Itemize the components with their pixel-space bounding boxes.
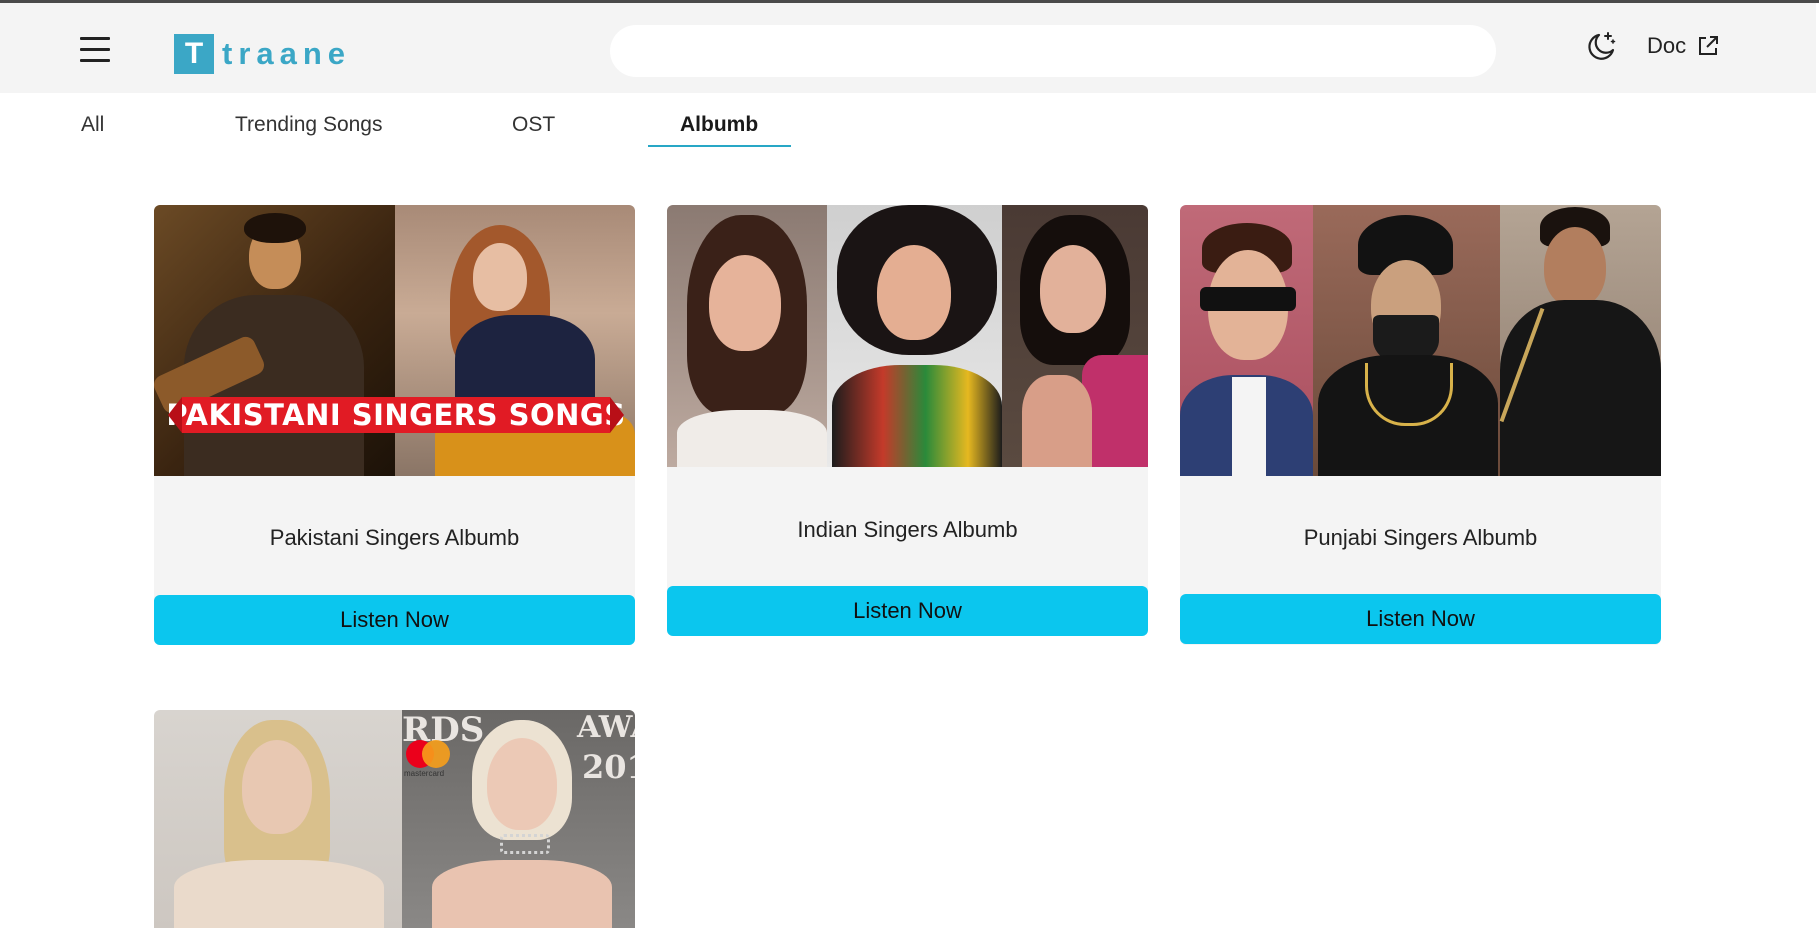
album-title: Indian Singers Albumb — [797, 517, 1018, 542]
singer-photo — [1499, 205, 1661, 476]
listen-now-button[interactable]: Listen Now — [667, 586, 1148, 636]
app-header: T traane Doc — [0, 3, 1816, 93]
listen-now-button[interactable]: Listen Now — [154, 595, 635, 645]
singer-photo — [1313, 205, 1500, 476]
doc-label: Doc — [1647, 33, 1687, 58]
backdrop-text: 201 — [582, 748, 635, 786]
category-tabs: All Trending Songs OST Albumb — [0, 93, 1816, 153]
search-input[interactable] — [610, 25, 1496, 77]
album-card-punjabi: Punjabi Singers Albumb Listen Now — [1180, 205, 1661, 645]
tab-ost[interactable]: OST — [512, 113, 555, 137]
album-cover-punjabi — [1180, 205, 1661, 476]
external-link-icon — [1699, 36, 1719, 55]
logo-text: traane — [222, 36, 352, 71]
listen-now-button[interactable]: Listen Now — [1180, 594, 1661, 644]
mastercard-text: mastercard — [404, 769, 445, 778]
album-card-indian: Indian Singers Albumb Listen Now — [667, 205, 1148, 636]
doc-link[interactable]: Doc — [1647, 33, 1720, 59]
tab-all[interactable]: All — [81, 113, 104, 137]
backdrop-text: AWA — [577, 710, 635, 745]
album-title: Pakistani Singers Albumb — [269, 525, 520, 550]
album-card-pakistani: PAKISTANI SINGERS SONGS Pakistani Singer… — [154, 205, 635, 645]
album-cover-international: RDS AWA 201 mastercard — [154, 710, 635, 928]
menu-icon[interactable] — [80, 37, 110, 63]
singer-photo — [667, 205, 827, 467]
singer-photo — [827, 205, 1002, 467]
singer-photo — [1180, 205, 1313, 476]
singer-photo — [154, 710, 402, 928]
tab-albumb[interactable]: Albumb — [680, 113, 758, 137]
active-tab-indicator — [648, 145, 791, 147]
mastercard-logo — [406, 740, 450, 768]
tab-trending-songs[interactable]: Trending Songs — [235, 113, 382, 137]
singer-photo — [395, 205, 635, 476]
album-card-international: RDS AWA 201 mastercard — [154, 710, 635, 928]
album-cover-pakistani: PAKISTANI SINGERS SONGS — [154, 205, 635, 476]
singer-photo — [1002, 205, 1148, 467]
album-cover-indian — [667, 205, 1148, 467]
album-title: Punjabi Singers Albumb — [1303, 525, 1538, 550]
singer-photo: RDS AWA 201 mastercard — [402, 710, 635, 928]
album-banner-text: PAKISTANI SINGERS SONGS — [166, 397, 626, 433]
moon-stars-icon[interactable] — [1585, 29, 1619, 63]
singer-photo — [154, 205, 395, 476]
logo-letter: T — [174, 34, 214, 74]
logo[interactable]: T traane — [174, 34, 351, 74]
